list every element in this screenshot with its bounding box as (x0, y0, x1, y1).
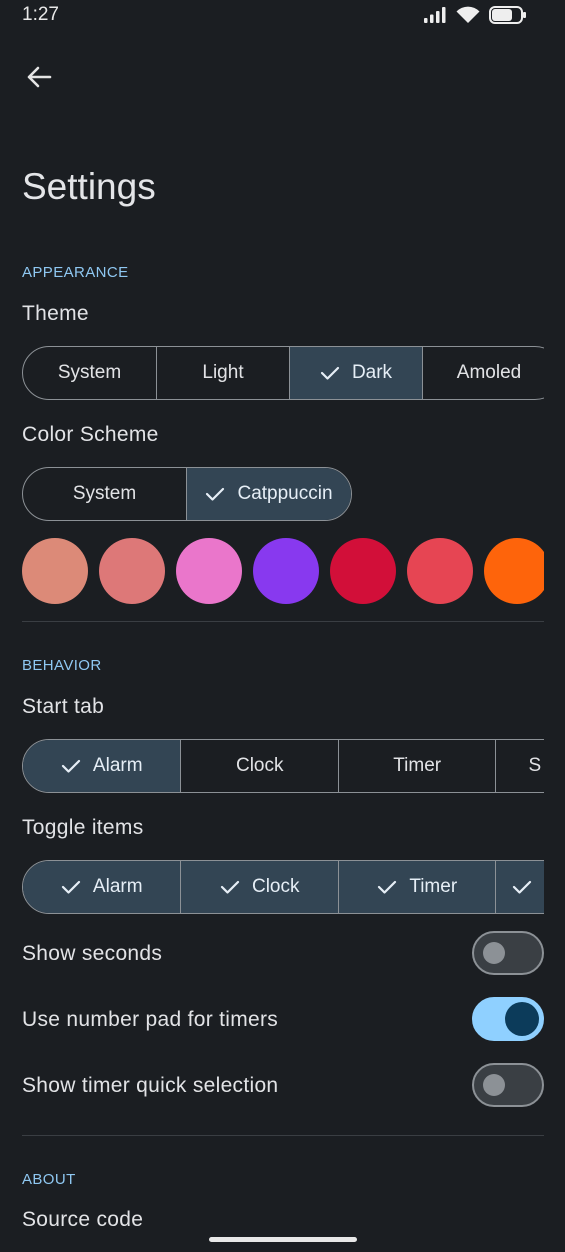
option-label: Catppuccin (237, 483, 333, 504)
check-icon (220, 880, 240, 894)
option-label: Timer (409, 876, 458, 897)
option-label: Timer (393, 755, 442, 776)
switch-knob (483, 942, 505, 964)
quick-selection-label: Show timer quick selection (22, 1074, 279, 1097)
divider (22, 1135, 544, 1136)
back-button[interactable] (22, 60, 56, 94)
section-about: ABOUT (22, 1171, 76, 1188)
check-icon (378, 880, 397, 894)
source-code-row[interactable]: Source code (0, 1200, 565, 1226)
arrow-back-icon (27, 66, 52, 88)
start-tab-label: Start tab (22, 695, 105, 718)
divider (22, 621, 544, 622)
theme-option-dark[interactable]: Dark (289, 347, 422, 399)
color-swatches (22, 538, 544, 606)
color-swatch[interactable] (22, 538, 88, 604)
option-label: Light (202, 362, 244, 383)
check-icon (206, 487, 225, 501)
switch-knob (483, 1074, 505, 1096)
show-seconds-switch[interactable] (472, 931, 544, 975)
number-pad-label: Use number pad for timers (22, 1008, 279, 1031)
signal-icon (424, 7, 446, 23)
status-icons (423, 5, 527, 25)
start-tab-option-clock[interactable]: Clock (180, 740, 337, 792)
quick-selection-switch[interactable] (472, 1063, 544, 1107)
wifi-icon (456, 6, 480, 23)
option-label: Alarm (92, 876, 143, 897)
check-icon (320, 366, 340, 380)
option-label: System (72, 483, 137, 504)
battery-icon (489, 6, 526, 24)
check-icon (513, 880, 532, 894)
color-scheme-option-catppuccin[interactable]: Catppuccin (186, 468, 351, 520)
toggle-items-selector: Alarm Clock Timer (22, 860, 544, 916)
toggle-item-clock[interactable]: Clock (180, 861, 338, 913)
theme-option-system[interactable]: System (23, 347, 156, 399)
color-swatch[interactable] (99, 538, 165, 604)
toggle-items-label: Toggle items (22, 816, 144, 839)
page-title: Settings (22, 166, 156, 207)
toggle-item-alarm[interactable]: Alarm (23, 861, 181, 913)
number-pad-switch[interactable] (472, 997, 544, 1041)
settings-screen: 1:27 Settings APPEARANCE Theme System Li… (0, 0, 565, 1252)
theme-selector: System Light Dark Amoled (22, 346, 544, 402)
color-swatch[interactable] (176, 538, 242, 604)
option-label: Clock (251, 876, 300, 897)
start-tab-option-timer[interactable]: Timer (337, 740, 495, 792)
source-code-label: Source code (22, 1208, 144, 1226)
switch-knob (505, 1002, 539, 1036)
toggle-item-timer[interactable]: Timer (337, 861, 496, 913)
option-label: Alarm (92, 755, 143, 776)
option-label: System (57, 362, 122, 383)
start-tab-option-alarm[interactable]: Alarm (23, 740, 181, 792)
status-time: 1:27 (22, 4, 59, 25)
check-icon (61, 759, 81, 773)
color-swatch[interactable] (407, 538, 473, 604)
theme-option-light[interactable]: Light (156, 347, 289, 399)
option-label: Dark (351, 362, 393, 383)
theme-label: Theme (22, 302, 89, 325)
show-seconds-label: Show seconds (22, 942, 163, 965)
theme-option-amoled[interactable]: Amoled (422, 347, 544, 399)
option-label: Clock (235, 755, 284, 776)
toggle-item-stopwatch[interactable] (495, 861, 544, 913)
color-scheme-option-system[interactable]: System (23, 468, 186, 520)
check-icon (61, 880, 81, 894)
section-appearance: APPEARANCE (22, 264, 129, 281)
start-tab-option-stopwatch[interactable]: S (495, 740, 544, 792)
color-swatch[interactable] (484, 538, 544, 604)
option-label: S (528, 755, 542, 776)
start-tab-selector: Alarm Clock Timer S (22, 739, 544, 795)
color-scheme-selector: System Catppuccin (22, 467, 352, 521)
section-behavior: BEHAVIOR (22, 657, 102, 674)
color-swatch[interactable] (253, 538, 319, 604)
color-swatch[interactable] (330, 538, 396, 604)
option-label: Amoled (456, 362, 522, 383)
color-scheme-label: Color Scheme (22, 423, 159, 446)
home-indicator[interactable] (209, 1237, 357, 1242)
